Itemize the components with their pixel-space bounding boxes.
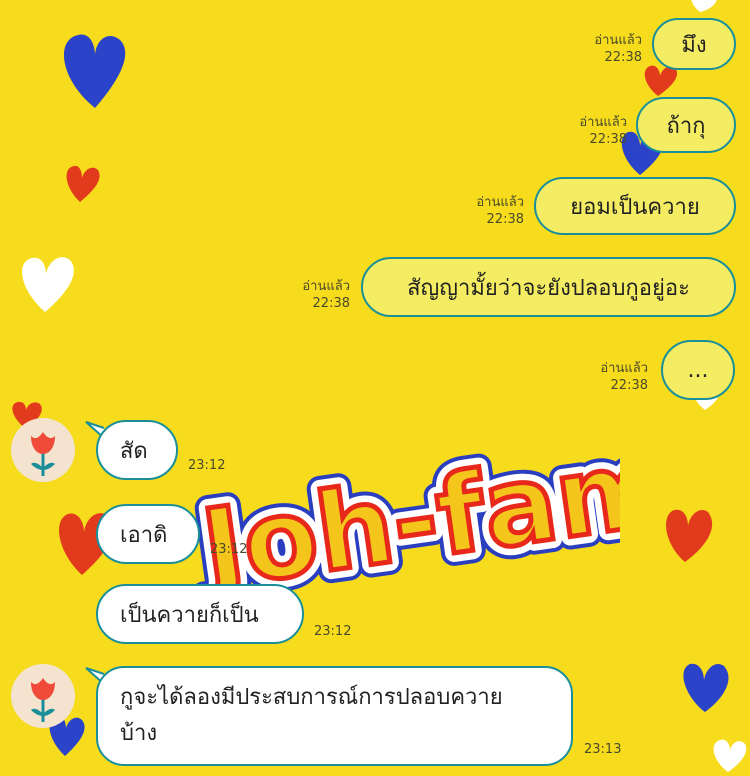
outgoing-message[interactable]: ยอมเป็นควาย [534, 177, 736, 235]
read-receipt: อ่านแล้ว 22:38 [579, 115, 627, 147]
read-receipt: อ่านแล้ว 22:38 [600, 361, 648, 393]
message-line: กูจะได้ลองมีประสบการณ์การปลอบควาย [120, 685, 503, 710]
read-receipt: อ่านแล้ว 22:38 [594, 33, 642, 65]
red-tulip-icon [31, 432, 55, 476]
avatar[interactable] [11, 664, 75, 728]
read-receipt: อ่านแล้ว 22:38 [302, 279, 350, 311]
message-time: 23:12 [314, 624, 352, 639]
outgoing-message[interactable]: ถ้ากุ [636, 97, 736, 153]
outgoing-message[interactable]: ... [661, 340, 735, 400]
red-tulip-icon [31, 678, 55, 722]
blue-heart-icon [683, 663, 729, 712]
incoming-message[interactable]: เอาดิ [96, 504, 200, 564]
red-heart-icon [644, 65, 678, 96]
white-heart-icon [713, 739, 747, 772]
white-heart-icon [691, 0, 717, 12]
incoming-message[interactable]: เป็นควายก็เป็น [96, 584, 304, 644]
incoming-message[interactable]: สัด [96, 420, 178, 480]
white-heart-icon [22, 257, 74, 312]
message-time: 23:12 [210, 542, 248, 557]
avatar[interactable] [11, 418, 75, 482]
outgoing-message[interactable]: มึง [652, 18, 736, 70]
message-line: บ้าง [120, 721, 158, 746]
red-heart-icon [66, 165, 100, 202]
blue-heart-icon [63, 34, 126, 109]
message-time: 23:13 [584, 742, 622, 757]
message-time: 23:12 [188, 458, 226, 473]
outgoing-message[interactable]: สัญญามั้ยว่าจะยังปลอบกูอยู่อะ [361, 257, 736, 317]
incoming-message[interactable]: กูจะได้ลองมีประสบการณ์การปลอบควาย บ้าง [96, 666, 573, 766]
red-heart-icon [666, 509, 713, 562]
read-receipt: อ่านแล้ว 22:38 [476, 195, 524, 227]
